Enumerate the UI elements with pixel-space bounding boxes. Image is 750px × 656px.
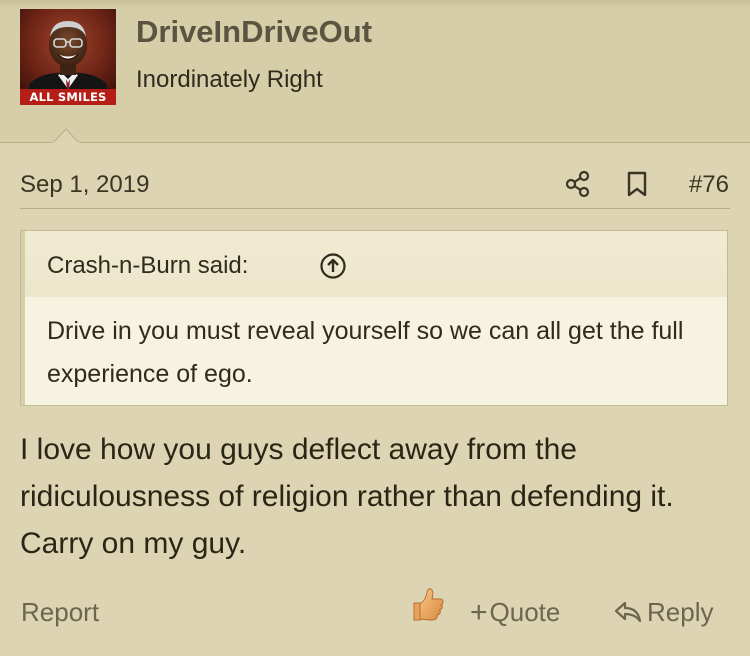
post-date[interactable]: Sep 1, 2019 <box>20 171 149 199</box>
header-divider <box>0 142 750 143</box>
user-avatar[interactable]: ALL SMILES <box>20 9 116 105</box>
quote-button[interactable]: +Quote <box>470 597 560 628</box>
post-number-link[interactable]: #76 <box>671 171 729 199</box>
top-shade <box>0 0 750 8</box>
reply-arrow-icon <box>614 601 642 623</box>
meta-divider <box>20 208 730 209</box>
plus-icon: + <box>470 596 488 629</box>
avatar-caption: ALL SMILES <box>20 89 116 105</box>
report-link[interactable]: Report <box>21 597 99 628</box>
arrow-up-circle-icon[interactable] <box>319 252 347 280</box>
reply-button[interactable]: Reply <box>613 597 713 628</box>
quote-button-label: Quote <box>489 597 561 627</box>
quote-header[interactable]: Crash-n-Burn said: <box>25 231 727 297</box>
quote-block: Crash-n-Burn said: Drive in you must rev… <box>20 230 728 406</box>
share-icon[interactable] <box>564 170 592 198</box>
username-link[interactable]: DriveInDriveOut <box>136 14 372 50</box>
thumbs-up-icon[interactable] <box>408 586 446 624</box>
quote-text: Drive in you must reveal yourself so we … <box>47 317 684 388</box>
user-title: Inordinately Right <box>136 66 323 93</box>
quote-author-line[interactable]: Crash-n-Burn said: <box>47 252 248 280</box>
reply-button-label: Reply <box>647 597 714 627</box>
pointer-arrow <box>53 128 79 143</box>
post-body: I love how you guys deflect away from th… <box>20 433 674 560</box>
bookmark-icon[interactable] <box>623 170 651 198</box>
user-header: ALL SMILES DriveInDriveOut Inordinately … <box>0 0 750 142</box>
